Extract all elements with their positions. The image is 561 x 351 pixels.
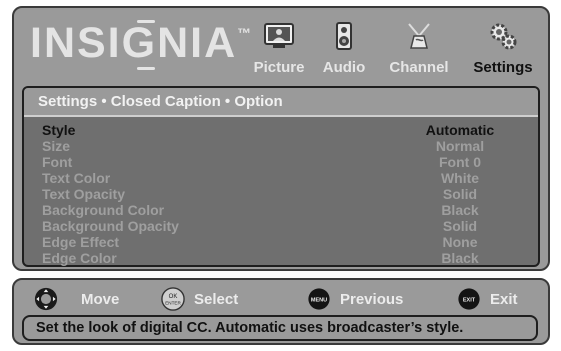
option-value: Solid: [442, 186, 478, 202]
option-value: Automatic: [425, 122, 495, 138]
option-row-background-opacity[interactable]: Background Opacity Solid: [42, 218, 518, 234]
picture-icon: [263, 20, 295, 52]
option-value: White: [440, 170, 480, 186]
hint-previous: MENU Previous: [307, 286, 403, 312]
tab-audio[interactable]: Audio: [316, 14, 372, 80]
svg-text:MENU: MENU: [311, 297, 327, 303]
option-label: Text Opacity: [42, 186, 125, 202]
option-row-text-color[interactable]: Text Color White: [42, 170, 518, 186]
hint-exit: EXIT Exit: [457, 286, 518, 312]
option-row-edge-color[interactable]: Edge Color Black: [42, 250, 518, 266]
menu-tabs: Picture Audio Channel Settings: [246, 14, 546, 80]
help-text: Set the look of digital CC. Automatic us…: [36, 320, 464, 336]
hint-select: OK ENTER Select: [161, 286, 238, 312]
option-value: Normal: [435, 138, 485, 154]
option-label: Text Color: [42, 170, 111, 186]
option-label: Style: [42, 122, 76, 138]
hint-move: Move: [34, 286, 119, 312]
tab-label: Channel: [389, 59, 449, 76]
tab-label: Settings: [473, 59, 533, 76]
svg-text:OK: OK: [169, 294, 178, 300]
svg-text:ENTER: ENTER: [165, 301, 181, 306]
option-label: Background Opacity: [42, 218, 179, 234]
settings-icon: [487, 20, 519, 52]
option-row-size[interactable]: Size Normal: [42, 138, 518, 154]
tab-settings[interactable]: Settings: [464, 14, 542, 80]
hint-label: Move: [81, 290, 120, 308]
option-label: Background Color: [42, 202, 165, 218]
option-row-background-color[interactable]: Background Color Black: [42, 202, 518, 218]
logo-accent-top: [137, 20, 155, 23]
option-row-text-opacity[interactable]: Text Opacity Solid: [42, 186, 518, 202]
tab-label: Audio: [322, 59, 366, 76]
osd-top-panel: INSIGNIA™ Picture Audio Channel Settings…: [12, 6, 550, 271]
channel-icon: [403, 20, 435, 52]
logo-text: INSIGNIA: [30, 19, 238, 67]
tab-label: Picture: [253, 59, 305, 76]
insignia-logo: INSIGNIA™: [30, 22, 253, 65]
hint-label: Previous: [340, 290, 404, 308]
help-bar: Set the look of digital CC. Automatic us…: [22, 315, 538, 341]
hint-label: Exit: [490, 290, 518, 308]
dpad-icon: [34, 287, 58, 311]
option-value: None: [442, 234, 478, 250]
ok-enter-icon: OK ENTER: [161, 287, 185, 311]
exit-button-icon: EXIT: [457, 287, 481, 311]
hint-label: Select: [194, 290, 239, 308]
option-row-font[interactable]: Font Font 0: [42, 154, 518, 170]
osd-bottom-panel: Move OK ENTER Select MENU Previous EXIT: [12, 278, 550, 345]
option-label: Edge Effect: [42, 234, 120, 250]
tab-picture[interactable]: Picture: [246, 14, 312, 80]
option-value: Font 0: [439, 154, 481, 170]
logo-accent-bottom: [137, 67, 155, 70]
option-label: Font: [42, 154, 73, 170]
option-value: Black: [441, 202, 479, 218]
menu-button-icon: MENU: [307, 287, 331, 311]
breadcrumb: Settings • Closed Caption • Option: [24, 88, 538, 117]
option-row-edge-effect[interactable]: Edge Effect None: [42, 234, 518, 250]
tab-channel[interactable]: Channel: [380, 14, 458, 80]
option-label: Size: [42, 138, 71, 154]
option-row-style[interactable]: Style Automatic: [42, 122, 518, 138]
svg-text:EXIT: EXIT: [463, 297, 476, 303]
audio-icon: [328, 20, 360, 52]
option-value: Black: [441, 250, 479, 266]
breadcrumb-text: Settings • Closed Caption • Option: [38, 93, 283, 110]
closed-caption-options-panel: Settings • Closed Caption • Option Style…: [22, 86, 540, 267]
option-value: Solid: [442, 218, 478, 234]
option-label: Edge Color: [42, 250, 117, 266]
